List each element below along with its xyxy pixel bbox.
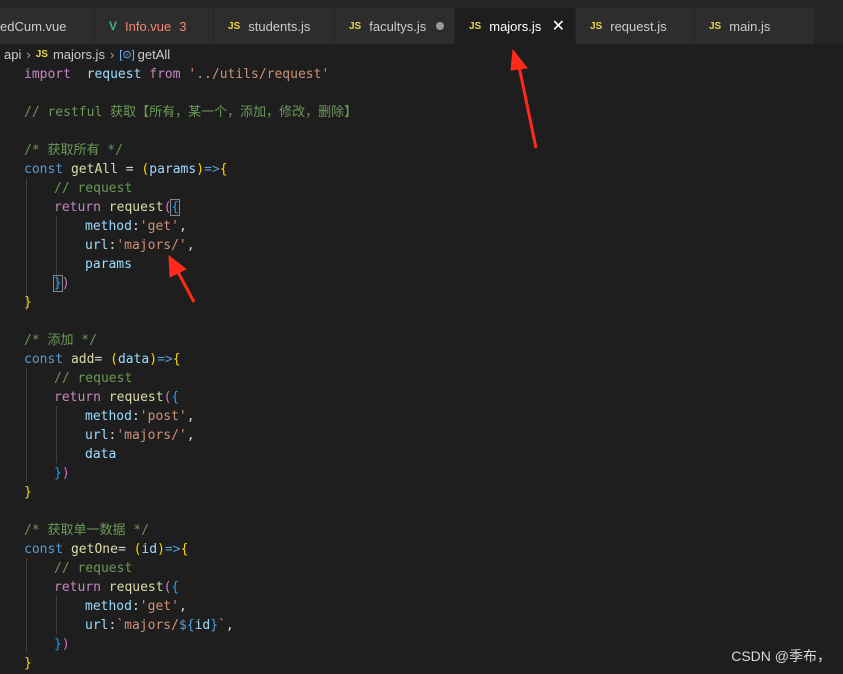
code-line: import request from '../utils/request' (24, 67, 330, 82)
code-line: url:'majors/', (85, 428, 195, 443)
indent-guide (26, 368, 27, 482)
code-comment: /* 获取单一数据 */ (24, 523, 149, 538)
tab-facultys-js[interactable]: JS facultys.js (335, 8, 454, 44)
unsaved-dot-icon[interactable] (436, 22, 444, 30)
code-line: url:'majors/', (85, 238, 195, 253)
js-file-icon: JS (469, 20, 482, 32)
tab-main-js[interactable]: JS main.js (695, 8, 814, 44)
code-line: } (24, 485, 32, 500)
vue-file-icon: V (109, 19, 118, 33)
close-icon[interactable]: ✕ (552, 16, 565, 36)
tab-label: students.js (248, 18, 311, 34)
breadcrumb-file[interactable]: majors.js (53, 47, 105, 62)
problem-count-badge: 3 (179, 18, 187, 34)
code-line: method:'get', (85, 599, 187, 614)
tab-label: majors.js (489, 18, 542, 34)
code-line: url:`majors/${id}`, (85, 618, 234, 633)
breadcrumb: api › JS majors.js › [⊙] getAll (0, 44, 843, 64)
tab-label: edCum.vue (0, 18, 67, 34)
code-line: return request({ (54, 199, 181, 216)
code-line: } (24, 295, 32, 310)
tab-label: main.js (729, 18, 771, 34)
code-line: const getOne= (id)=>{ (24, 542, 189, 557)
indent-guide (56, 406, 57, 463)
js-file-icon: JS (709, 20, 722, 32)
chevron-right-icon: › (109, 46, 115, 62)
watermark: CSDN @季布， (731, 648, 831, 664)
code-line: const add= (data)=>{ (24, 352, 181, 367)
tab-edcum-vue[interactable]: edCum.vue (0, 8, 94, 44)
code-line: }) (54, 466, 70, 481)
code-line: } (24, 656, 32, 671)
arrow-to-tab-icon (510, 48, 538, 149)
tab-label: facultys.js (369, 18, 427, 34)
code-line: return request({ (54, 580, 180, 595)
code-line: }) (53, 275, 70, 292)
js-file-icon: JS (228, 20, 241, 32)
code-line: method:'post', (85, 409, 195, 424)
arrow-to-url-icon (168, 254, 196, 303)
code-line: data (85, 447, 117, 462)
breadcrumb-folder[interactable]: api (4, 47, 21, 62)
editor-tab-bar: edCum.vue V Info.vue 3 JS students.js JS… (0, 0, 843, 44)
js-file-icon: JS (590, 20, 603, 32)
code-comment: // restful 获取【所有，某一个，添加，修改，删除】 (24, 105, 358, 120)
code-line: return request({ (54, 390, 180, 405)
tab-label: Info.vue (125, 18, 172, 34)
symbol-variable-icon: [⊙] (119, 48, 135, 61)
code-line: const getAll = (params)=>{ (24, 162, 228, 177)
chevron-right-icon: › (26, 46, 31, 62)
code-comment: /* 获取所有 */ (24, 143, 123, 158)
code-comment: /* 添加 */ (24, 333, 97, 348)
indent-guide (26, 558, 27, 653)
js-file-icon: JS (349, 20, 362, 32)
indent-guide (56, 596, 57, 634)
code-line: method:'get', (85, 219, 187, 234)
code-line: params (85, 257, 132, 272)
code-comment: // request (54, 561, 133, 576)
tab-label: request.js (610, 18, 667, 34)
indent-guide (26, 178, 27, 311)
tab-majors-js[interactable]: JS majors.js ✕ (455, 8, 575, 44)
tab-students-js[interactable]: JS students.js (214, 8, 334, 44)
tab-request-js[interactable]: JS request.js (576, 8, 694, 44)
breadcrumb-symbol[interactable]: getAll (138, 47, 171, 62)
code-comment: // request (54, 371, 133, 386)
code-comment: // request (54, 181, 133, 196)
code-line: }) (54, 637, 70, 652)
js-file-icon: JS (35, 48, 48, 60)
tab-info-vue[interactable]: V Info.vue 3 (95, 8, 213, 44)
